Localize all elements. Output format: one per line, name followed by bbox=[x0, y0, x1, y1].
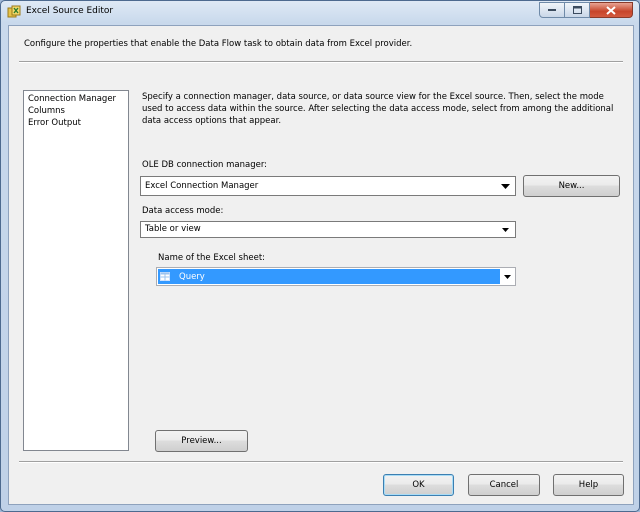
dropdown-arrow-icon[interactable] bbox=[498, 222, 512, 237]
page-navigation-list[interactable]: Connection Manager Columns Error Output bbox=[23, 90, 129, 451]
minimize-button[interactable] bbox=[539, 2, 565, 18]
access-mode-combo[interactable]: Table or view bbox=[140, 221, 516, 238]
dialog-content: Configure the properties that enable the… bbox=[8, 25, 634, 505]
excel-source-icon bbox=[7, 5, 21, 18]
cancel-button[interactable]: Cancel bbox=[468, 474, 540, 496]
table-icon bbox=[160, 272, 170, 281]
close-button[interactable] bbox=[590, 2, 633, 18]
nav-item-columns[interactable]: Columns bbox=[24, 105, 128, 117]
dropdown-arrow-icon[interactable] bbox=[498, 177, 512, 195]
maximize-button[interactable] bbox=[565, 2, 590, 18]
close-icon bbox=[606, 5, 616, 15]
maximize-icon bbox=[572, 6, 582, 14]
header-description: Configure the properties that enable the… bbox=[24, 39, 413, 49]
sheet-name-value: Query bbox=[179, 272, 205, 282]
sheet-name-label: Name of the Excel sheet: bbox=[158, 253, 266, 263]
dialog-window: Excel Source Editor Configure the proper… bbox=[0, 0, 640, 512]
access-mode-value: Table or view bbox=[145, 224, 201, 234]
window-title: Excel Source Editor bbox=[26, 6, 114, 16]
connection-manager-label: OLE DB connection manager: bbox=[142, 160, 268, 170]
nav-item-error-output[interactable]: Error Output bbox=[24, 117, 128, 129]
connection-manager-combo[interactable]: Excel Connection Manager bbox=[140, 176, 516, 196]
title-bar[interactable]: Excel Source Editor bbox=[1, 1, 639, 25]
sheet-name-combo[interactable]: Query bbox=[156, 267, 516, 286]
minimize-icon bbox=[547, 9, 556, 11]
ok-button[interactable]: OK bbox=[383, 474, 454, 496]
nav-item-connection-manager[interactable]: Connection Manager bbox=[24, 93, 128, 105]
access-mode-label: Data access mode: bbox=[142, 206, 224, 216]
new-connection-button[interactable]: New... bbox=[523, 175, 620, 197]
selected-sheet-highlight: Query bbox=[158, 269, 500, 284]
header-separator bbox=[19, 61, 623, 63]
dropdown-arrow-icon[interactable] bbox=[500, 268, 514, 285]
help-button[interactable]: Help bbox=[553, 474, 624, 496]
main-description: Specify a connection manager, data sourc… bbox=[142, 92, 614, 126]
preview-button[interactable]: Preview... bbox=[155, 430, 248, 452]
footer-separator bbox=[19, 461, 623, 463]
connection-manager-value: Excel Connection Manager bbox=[145, 181, 259, 191]
